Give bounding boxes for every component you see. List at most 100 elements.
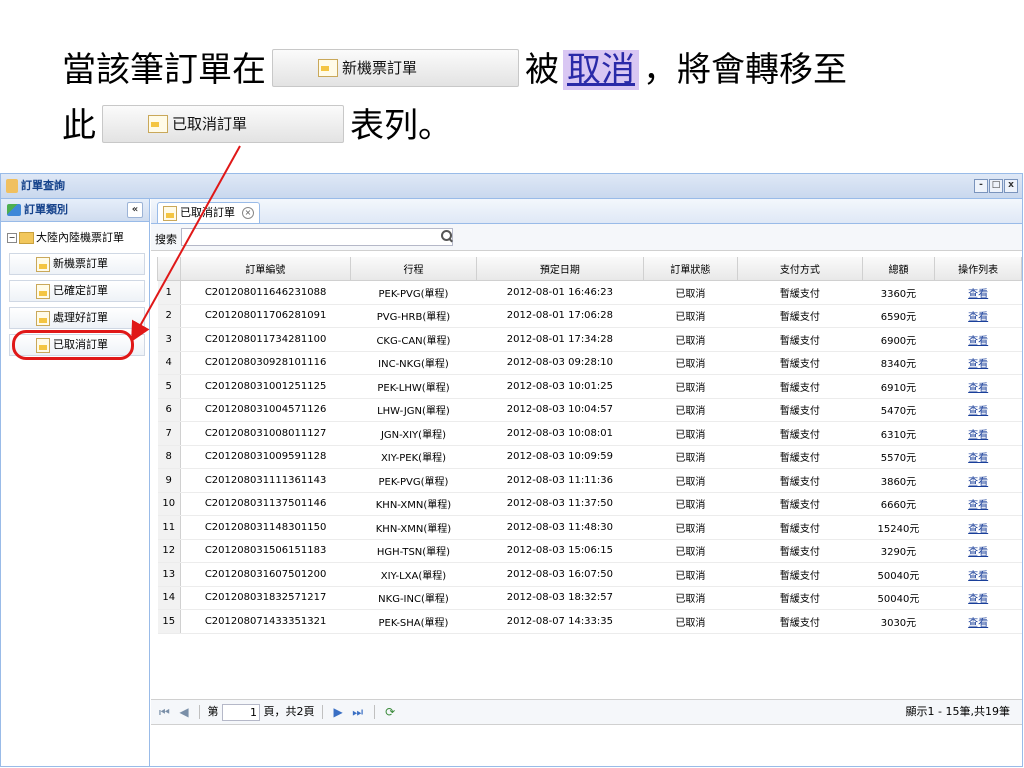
table-row[interactable]: 5 C201208031001251125 PEK-LHW(單程) 2012-08-0… — [157, 374, 1022, 399]
column-header[interactable]: 操作列表 — [934, 257, 1022, 281]
cell-route: XIY-PEK(單程) — [350, 445, 477, 469]
cell-total: 6310元 — [862, 421, 935, 446]
view-link[interactable]: 查看 — [968, 430, 988, 441]
document-icon — [36, 310, 50, 326]
instruction-text: ，將會轉移至 — [643, 50, 847, 90]
page-number-input[interactable]: 1 — [222, 703, 261, 721]
cell-date: 2012-08-01 17:34:28 — [476, 327, 644, 352]
cell-status: 已取消 — [643, 280, 738, 305]
cell-status: 已取消 — [643, 609, 738, 634]
cell-total: 8340元 — [862, 351, 935, 375]
search-input[interactable] — [181, 228, 453, 246]
row-number: 11 — [157, 515, 181, 540]
cell-pay: 暫緩支付 — [737, 468, 863, 493]
table-row[interactable]: 1 C201208011646231088 PEK-PVG(單程) 2012-08-0… — [157, 280, 1022, 305]
cell-date: 2012-08-03 11:48:30 — [476, 515, 644, 540]
cell-actions: 查看 — [934, 280, 1022, 305]
view-link[interactable]: 查看 — [968, 336, 988, 347]
cell-id: C201208031009591128 — [180, 445, 351, 469]
cell-actions: 查看 — [934, 327, 1022, 352]
view-link[interactable]: 查看 — [968, 571, 988, 582]
view-link[interactable]: 查看 — [968, 618, 988, 629]
cell-date: 2012-08-01 17:06:28 — [476, 304, 644, 328]
view-link[interactable]: 查看 — [968, 524, 988, 535]
cell-id: C201208011734281100 — [180, 327, 351, 352]
sidebar-item-new-orders[interactable]: 新機票訂單 — [9, 253, 145, 275]
cell-id: C201208031004571126 — [180, 398, 351, 422]
cell-date: 2012-08-01 16:46:23 — [476, 280, 644, 305]
view-link[interactable]: 查看 — [968, 359, 988, 370]
last-page-icon[interactable]: ⏭ — [352, 700, 363, 724]
maximize-icon[interactable]: □ — [989, 179, 1003, 193]
search-icon[interactable] — [440, 230, 452, 242]
sidebar-item-processed-orders[interactable]: 處理好訂單 — [9, 307, 145, 329]
column-header[interactable]: 訂單狀態 — [642, 257, 739, 281]
column-header[interactable]: 預定日期 — [476, 257, 644, 281]
folder-icon — [19, 232, 34, 244]
view-link[interactable]: 查看 — [968, 406, 988, 417]
sidebar-item-confirmed-orders[interactable]: 已確定訂單 — [9, 280, 145, 302]
table-row[interactable]: 2 C201208011706281091 PVG-HRB(單程) 2012-08-0… — [157, 304, 1022, 328]
document-icon — [36, 283, 50, 299]
view-link[interactable]: 查看 — [968, 453, 988, 464]
table-row[interactable]: 10 C201208031137501146 KHN-XMN(單程) 2012-08-… — [157, 492, 1022, 516]
table-row[interactable]: 6 C201208031004571126 LHW-JGN(單程) 2012-08-0… — [157, 398, 1022, 422]
view-link[interactable]: 查看 — [968, 289, 988, 300]
first-page-icon[interactable]: ⏮ — [159, 700, 170, 724]
row-number: 13 — [157, 562, 181, 587]
table-row[interactable]: 7 C201208031008011127 JGN-XIY(單程) 2012-08-0… — [157, 421, 1022, 446]
close-icon[interactable]: x — [1004, 179, 1018, 193]
tab-cancelled-orders[interactable]: 已取消訂單 × — [157, 202, 260, 223]
table-row[interactable]: 8 C201208031009591128 XIY-PEK(單程) 2012-08-0… — [157, 445, 1022, 469]
refresh-icon[interactable]: ⟳ — [385, 700, 395, 724]
document-icon — [36, 256, 50, 272]
document-icon — [36, 337, 50, 353]
view-link[interactable]: 查看 — [968, 500, 988, 511]
cell-id: C201208030928101116 — [180, 351, 351, 375]
cell-route: PEK-PVG(單程) — [350, 468, 477, 493]
table-row[interactable]: 15 C201208071433351321 PEK-SHA(單程) 2012-08-… — [157, 609, 1022, 634]
cell-actions: 查看 — [934, 609, 1022, 634]
cell-pay: 暫緩支付 — [737, 327, 863, 352]
cell-date: 2012-08-03 09:28:10 — [476, 351, 644, 375]
new-ticket-order-button-sample: 新機票訂單 — [272, 49, 519, 87]
column-header[interactable]: 支付方式 — [737, 257, 863, 281]
cell-date: 2012-08-03 15:06:15 — [476, 539, 644, 563]
collapse-button[interactable]: « — [127, 202, 143, 218]
column-header[interactable]: 行程 — [349, 257, 478, 281]
prev-page-icon[interactable]: ◀ — [179, 700, 188, 724]
table-row[interactable]: 13 C201208031607501200 XIY-LXA(單程) 2012-08-… — [157, 562, 1022, 587]
next-page-icon[interactable]: ▶ — [334, 700, 343, 724]
table-row[interactable]: 12 C201208031506151183 HGH-TSN(單程) 2012-08-… — [157, 539, 1022, 563]
column-header[interactable]: 總額 — [861, 257, 936, 281]
table-row[interactable]: 11 C201208031148301150 KHN-XMN(單程) 2012-08-… — [157, 515, 1022, 540]
row-number: 8 — [157, 445, 181, 469]
tab-close-icon[interactable]: × — [242, 207, 254, 219]
tree-root-node[interactable]: − 大陸內陸機票訂單 — [1, 228, 149, 248]
view-link[interactable]: 查看 — [968, 547, 988, 558]
cell-route: INC-NKG(單程) — [350, 351, 477, 375]
column-header[interactable]: 訂單編號 — [179, 257, 351, 281]
table-row[interactable]: 3 C201208011734281100 CKG-CAN(單程) 2012-08-0… — [157, 327, 1022, 352]
cell-pay: 暫緩支付 — [737, 492, 863, 516]
table-row[interactable]: 14 C201208031832571217 NKG-INC(單程) 2012-08-… — [157, 586, 1022, 610]
cell-actions: 查看 — [934, 515, 1022, 540]
view-link[interactable]: 查看 — [968, 477, 988, 488]
cell-date: 2012-08-03 10:09:59 — [476, 445, 644, 469]
cell-total: 6900元 — [862, 327, 935, 352]
cancelled-order-button-sample: 已取消訂單 — [102, 105, 344, 143]
sidebar-item-cancelled-orders[interactable]: 已取消訂單 — [9, 334, 145, 356]
instruction-text: 表列。 — [350, 106, 452, 146]
row-number: 2 — [157, 304, 181, 328]
cell-total: 50040元 — [862, 586, 935, 610]
cell-pay: 暫緩支付 — [737, 586, 863, 610]
view-link[interactable]: 查看 — [968, 312, 988, 323]
view-link[interactable]: 查看 — [968, 594, 988, 605]
table-row[interactable]: 4 C201208030928101116 INC-NKG(單程) 2012-08-0… — [157, 351, 1022, 375]
table-row[interactable]: 9 C201208031111361143 PEK-PVG(單程) 2012-08-0… — [157, 468, 1022, 493]
separator — [373, 705, 375, 719]
minimize-icon[interactable]: - — [974, 179, 988, 193]
tree-expand-icon[interactable]: − — [7, 233, 17, 243]
view-link[interactable]: 查看 — [968, 383, 988, 394]
sidebar-title: 訂單類別 — [24, 203, 68, 216]
